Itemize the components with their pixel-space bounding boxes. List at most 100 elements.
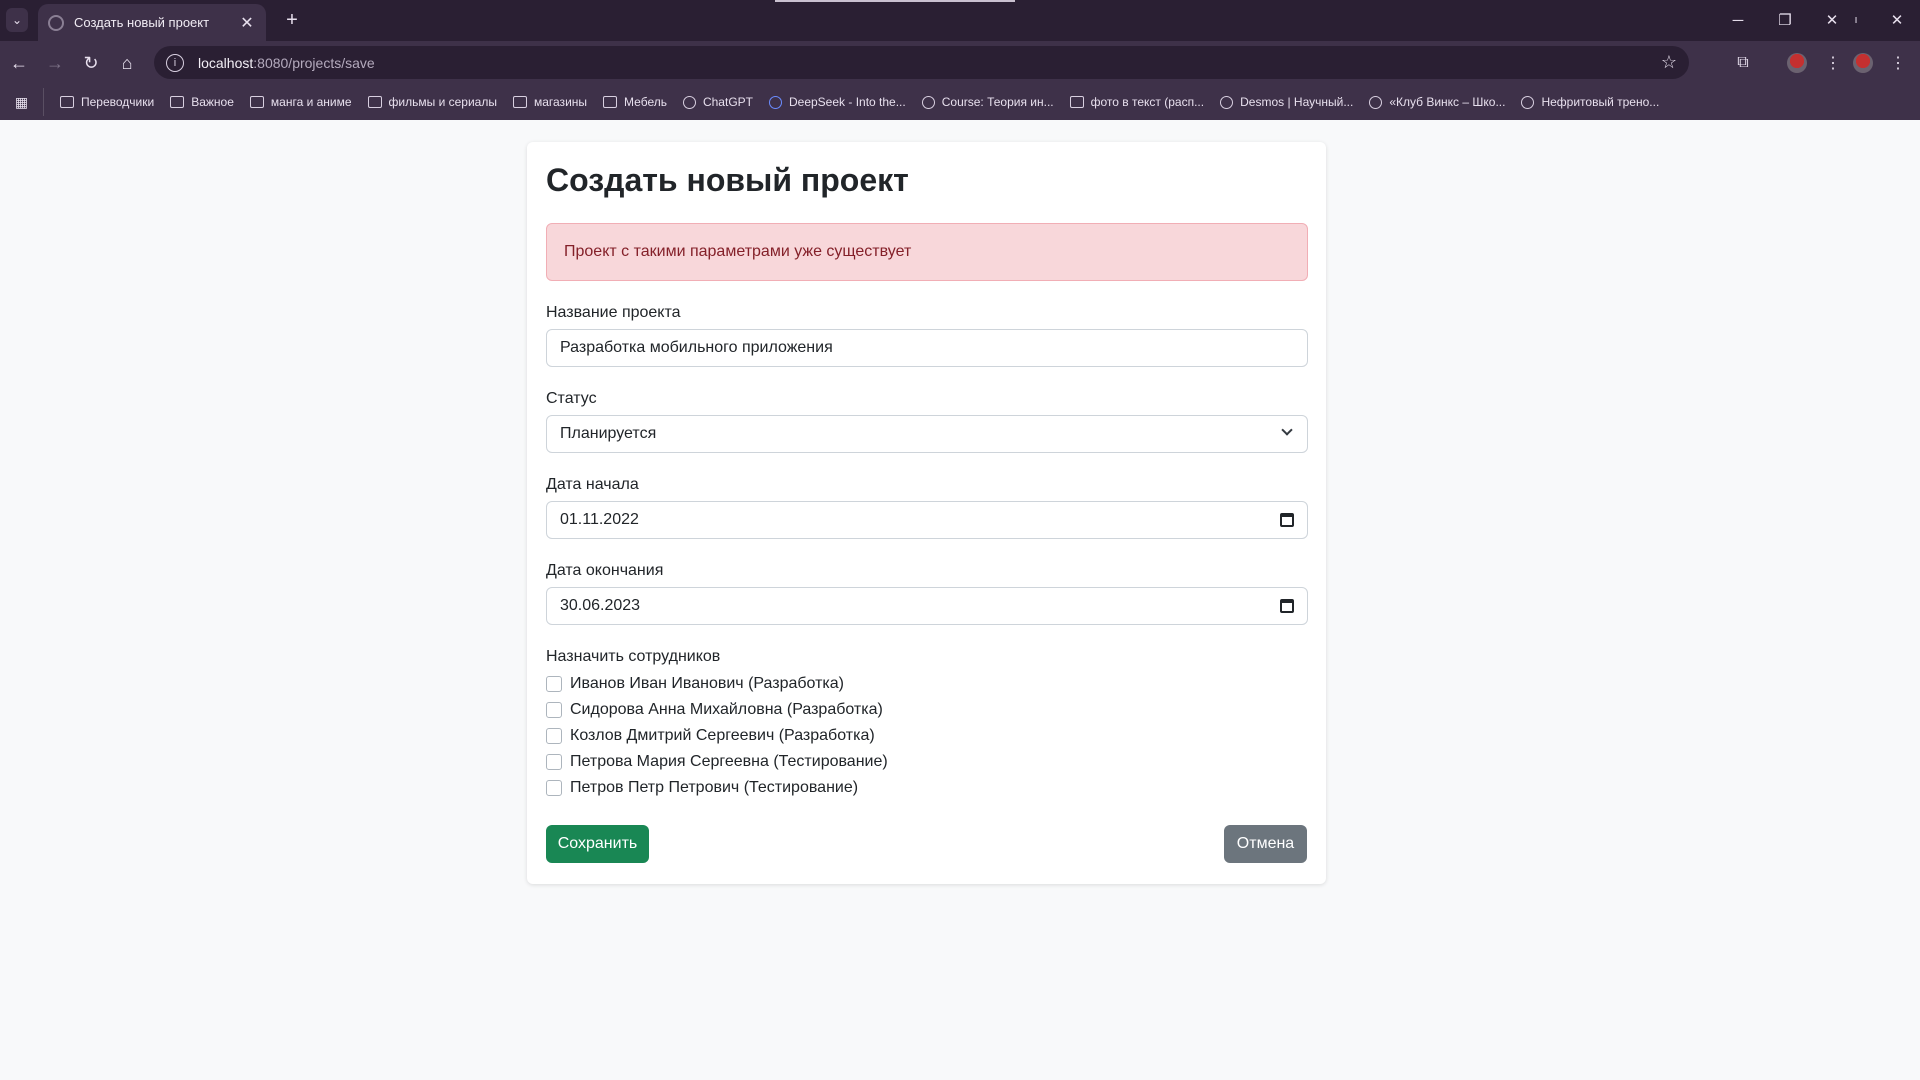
bookmark-item[interactable]: DeepSeek - Into the...	[761, 88, 914, 116]
status-selected-value: Планируется	[560, 425, 657, 442]
project-name-label: Название проекта	[546, 304, 681, 321]
bookmark-label: DeepSeek - Into the...	[788, 95, 906, 109]
bookmark-item[interactable]: магазины	[505, 88, 595, 116]
bookmark-label: «Клуб Винкс – Шко...	[1389, 95, 1506, 109]
error-alert: Проект с такими параметрами уже существу…	[546, 223, 1308, 281]
bookmark-item[interactable]: «Клуб Винкс – Шко...	[1361, 88, 1513, 116]
chrome-menu-icon[interactable]: ⋮	[1884, 49, 1912, 77]
profile-avatar-icon[interactable]	[1853, 53, 1873, 73]
browser-toolbar: ← → ↻ ⌂ i localhost:8080/projects/save ☆…	[0, 41, 1920, 84]
employee-name: Сидорова Анна Михайловна (Разработка)	[570, 701, 883, 718]
folder-icon	[603, 96, 618, 108]
employee-checkbox[interactable]	[546, 702, 562, 718]
home-icon[interactable]: ⌂	[113, 49, 141, 77]
tab-bar: ⌄ Создать новый проект ✕ + ─ ❐ ✕ ı ✕	[0, 0, 1920, 41]
employee-checkbox-item[interactable]: Сидорова Анна Михайловна (Разработка)	[546, 701, 883, 719]
calendar-icon[interactable]	[1280, 513, 1294, 527]
photo-icon	[1069, 96, 1084, 108]
bookmarks-bar: ▦ Переводчики Важное манга и аниме фильм…	[0, 84, 1920, 120]
more-menu-icon[interactable]: ⋮	[1819, 49, 1847, 77]
status-select[interactable]: Планируется	[546, 415, 1308, 453]
bookmark-item[interactable]: Переводчики	[52, 88, 162, 116]
window-drag-strip	[775, 0, 1015, 2]
start-date-value: 01.11.2022	[560, 511, 639, 528]
bookmark-label: Переводчики	[81, 95, 155, 109]
alert-text: Проект с такими параметрами уже существу…	[564, 243, 912, 260]
close-window-icon-2[interactable]: ✕	[1882, 8, 1912, 32]
close-icon[interactable]: ✕	[238, 13, 256, 33]
employee-checkbox[interactable]	[546, 728, 562, 744]
extension-avatar-icon[interactable]	[1787, 53, 1807, 73]
employees-label: Назначить сотрудников	[546, 648, 721, 665]
globe-icon	[1521, 95, 1535, 109]
forward-arrow-icon[interactable]: →	[41, 49, 69, 77]
separator-icon: ı	[1854, 14, 1858, 26]
employee-checkbox-item[interactable]: Козлов Дмитрий Сергеевич (Разработка)	[546, 727, 875, 745]
project-form-card: Создать новый проект Проект с такими пар…	[527, 142, 1326, 884]
bookmark-item[interactable]: ChatGPT	[675, 88, 761, 116]
back-arrow-icon[interactable]: ←	[5, 49, 33, 77]
bookmark-item[interactable]: Важное	[162, 88, 242, 116]
bookmark-label: ChatGPT	[702, 95, 753, 109]
extensions-icon[interactable]: ⧉	[1729, 49, 1757, 77]
globe-icon	[1220, 95, 1234, 109]
employee-name: Козлов Дмитрий Сергеевич (Разработка)	[570, 727, 875, 744]
project-name-input[interactable]	[546, 329, 1308, 367]
restore-icon[interactable]: ❐	[1770, 8, 1800, 32]
active-tab[interactable]: Создать новый проект ✕	[38, 4, 266, 41]
employee-name: Петрова Мария Сергеевна (Тестирование)	[570, 753, 888, 770]
site-info-icon[interactable]: i	[166, 53, 184, 72]
end-date-label: Дата окончания	[546, 562, 664, 579]
bookmark-item[interactable]: фото в текст (расп...	[1062, 88, 1212, 116]
tab-title: Создать новый проект	[74, 15, 210, 30]
apps-grid-icon[interactable]: ▦	[0, 88, 44, 116]
bookmark-item[interactable]: Мебель	[595, 88, 675, 116]
folder-icon	[170, 96, 185, 108]
end-date-value: 30.06.2023	[560, 597, 641, 614]
bookmark-label: фильмы и сериалы	[388, 95, 497, 109]
bookmark-item[interactable]: манга и аниме	[242, 88, 360, 116]
minimize-icon[interactable]: ─	[1723, 8, 1753, 32]
cancel-button[interactable]: Отмена	[1224, 825, 1307, 863]
employee-checkbox[interactable]	[546, 676, 562, 692]
url-host: localhost	[198, 54, 254, 71]
folder-icon	[367, 96, 382, 108]
bookmark-label: Desmos | Научный...	[1240, 95, 1354, 109]
course-icon	[921, 95, 935, 109]
page-title: Создать новый проект	[546, 162, 909, 198]
start-date-input[interactable]: 01.11.2022	[546, 501, 1308, 539]
globe-icon	[48, 14, 64, 31]
close-window-icon[interactable]: ✕	[1817, 8, 1847, 32]
bookmark-label: фото в текст (расп...	[1090, 95, 1205, 109]
bookmark-label: манга и аниме	[270, 95, 352, 109]
chatgpt-icon	[682, 95, 696, 109]
folder-icon	[512, 96, 527, 108]
bookmark-label: Важное	[191, 95, 234, 109]
bookmark-item[interactable]: Course: Теория ин...	[914, 88, 1062, 116]
bookmark-item[interactable]: Desmos | Научный...	[1212, 88, 1361, 116]
chevron-down-icon	[1281, 424, 1293, 436]
save-button[interactable]: Сохранить	[546, 825, 649, 863]
address-bar[interactable]: i localhost:8080/projects/save ☆	[154, 46, 1689, 79]
tab-search-button[interactable]: ⌄	[6, 8, 28, 32]
bookmark-label: магазины	[533, 95, 588, 109]
employee-checkbox[interactable]	[546, 780, 562, 796]
employee-checkbox-item[interactable]: Петров Петр Петрович (Тестирование)	[546, 779, 858, 797]
employee-checkbox-item[interactable]: Петрова Мария Сергеевна (Тестирование)	[546, 753, 888, 771]
bookmark-label: Course: Теория ин...	[941, 95, 1054, 109]
calendar-icon[interactable]	[1280, 599, 1294, 613]
employee-checkbox[interactable]	[546, 754, 562, 770]
bookmark-item[interactable]: фильмы и сериалы	[360, 88, 505, 116]
employee-name: Иванов Иван Иванович (Разработка)	[570, 675, 845, 692]
reload-icon[interactable]: ↻	[77, 49, 105, 77]
new-tab-button[interactable]: +	[280, 8, 304, 32]
bookmark-label: Нефритовый трено...	[1541, 95, 1660, 109]
employee-checkbox-item[interactable]: Иванов Иван Иванович (Разработка)	[546, 675, 844, 693]
bookmark-star-icon[interactable]: ☆	[1661, 52, 1677, 73]
bookmark-item[interactable]: Нефритовый трено...	[1513, 88, 1667, 116]
start-date-label: Дата начала	[546, 476, 639, 493]
end-date-input[interactable]: 30.06.2023	[546, 587, 1308, 625]
folder-icon	[60, 96, 74, 108]
deepseek-icon	[768, 95, 782, 109]
page-content: Создать новый проект Проект с такими пар…	[0, 120, 1920, 1080]
